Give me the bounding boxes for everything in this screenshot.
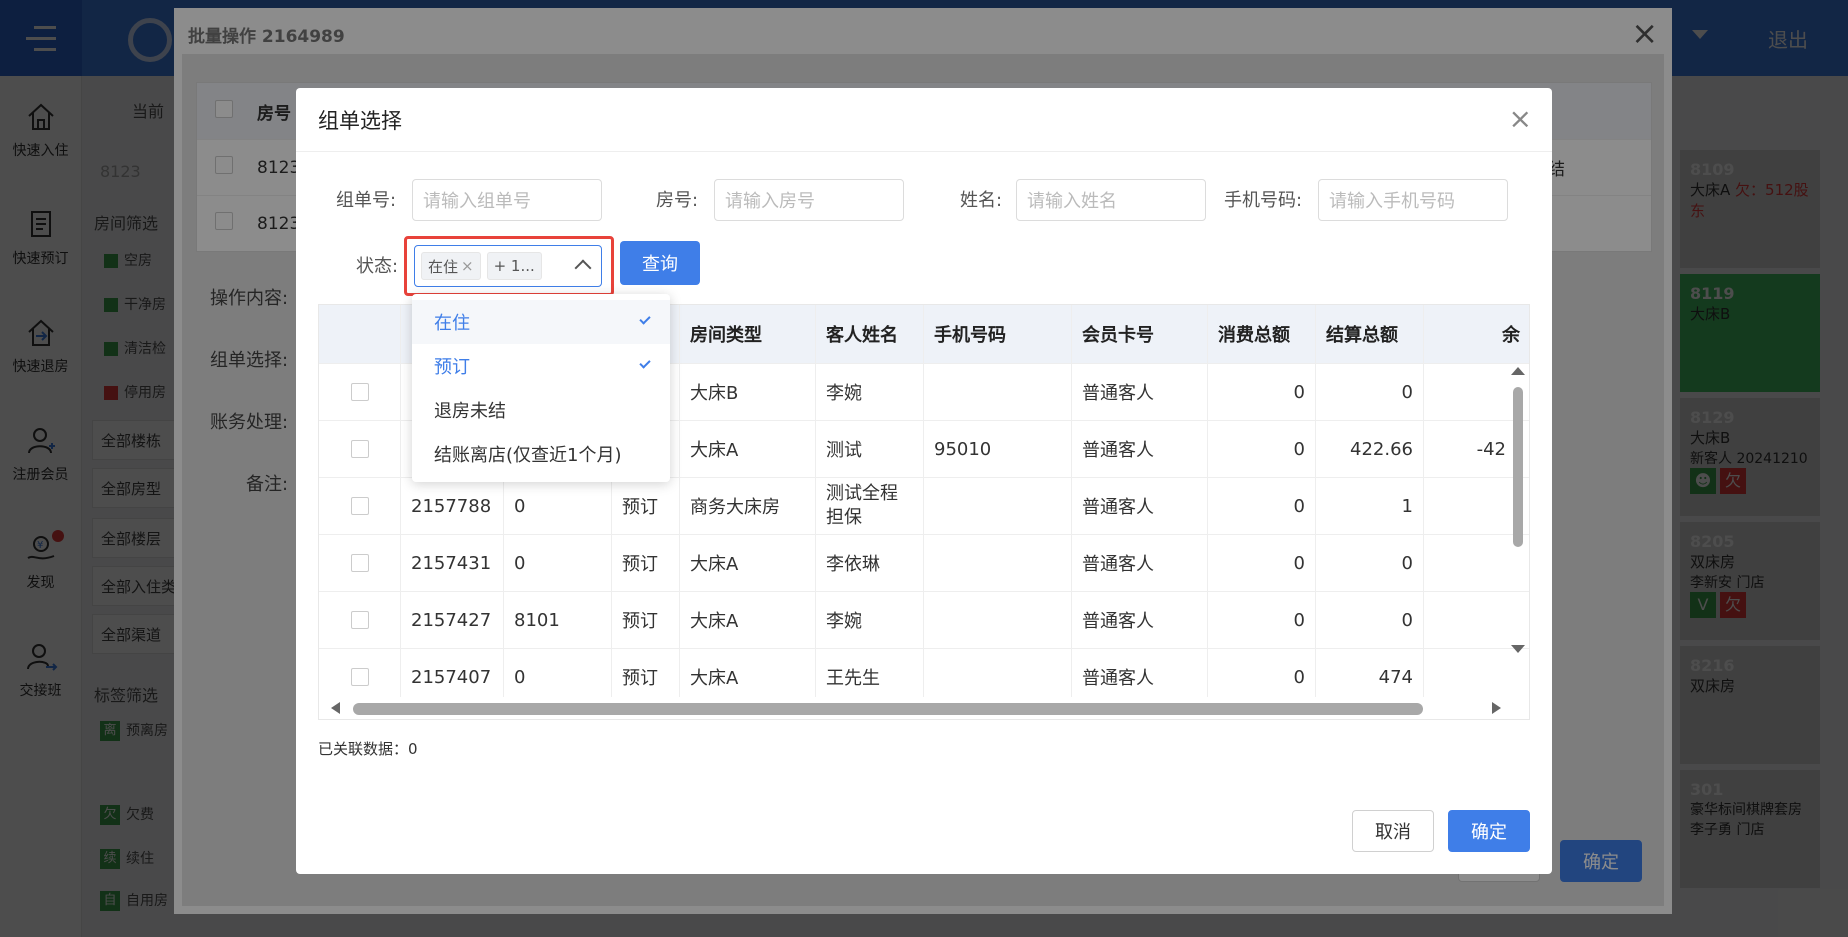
dialog-footer: 取消 确定: [1352, 810, 1530, 852]
column-header: 余: [1424, 305, 1529, 363]
scroll-thumb[interactable]: [353, 703, 1423, 715]
dropdown-option[interactable]: 退房未结: [412, 388, 670, 432]
column-header: 消费总额: [1208, 305, 1316, 363]
scroll-right-icon[interactable]: [1492, 702, 1501, 714]
check-icon: [639, 357, 651, 369]
table-row[interactable]: 2157431 0 预订 大床A 李依琳 普通客人 0 0: [319, 534, 1529, 591]
table-row[interactable]: 2157427 8101 预订 大床A 李婉 普通客人 0 0: [319, 591, 1529, 648]
dropdown-option[interactable]: 在住: [412, 300, 670, 344]
phone-label: 手机号码:: [1224, 190, 1303, 211]
dialog-title: 组单选择: [318, 108, 402, 133]
query-button[interactable]: 查询: [620, 241, 700, 285]
row-checkbox[interactable]: [350, 440, 369, 458]
dropdown-option[interactable]: 结账离店(仅查近1个月): [412, 432, 670, 476]
column-header: 结算总额: [1316, 305, 1424, 363]
column-header: 手机号码: [924, 305, 1072, 363]
table-row[interactable]: 2157788 0 预订 商务大床房 测试全程担保 普通客人 0 1: [319, 477, 1529, 534]
row-checkbox[interactable]: [350, 497, 369, 515]
name-input[interactable]: 请输入姓名: [1016, 179, 1206, 221]
close-icon[interactable]: ×: [1509, 102, 1532, 135]
order-no-label: 组单号:: [336, 190, 397, 211]
phone-input[interactable]: 请输入手机号码: [1318, 179, 1508, 221]
room-no-input[interactable]: 请输入房号: [714, 179, 904, 221]
name-label: 姓名:: [960, 190, 1003, 211]
column-header: 会员卡号: [1072, 305, 1208, 363]
scroll-up-icon[interactable]: [1511, 367, 1525, 375]
column-header: 客人姓名: [816, 305, 924, 363]
status-dropdown: 在住 预订 退房未结 结账离店(仅查近1个月): [412, 294, 670, 482]
row-checkbox[interactable]: [350, 668, 369, 686]
status-label: 状态:: [356, 256, 399, 277]
linked-count: 已关联数据：0: [318, 740, 418, 758]
dialog-header: 组单选择: [296, 88, 1552, 152]
scroll-down-icon[interactable]: [1511, 645, 1525, 653]
scroll-thumb[interactable]: [1513, 387, 1523, 547]
highlight-box: [404, 236, 614, 296]
horizontal-scrollbar[interactable]: [319, 697, 1529, 719]
check-icon: [639, 313, 651, 325]
room-no-label: 房号:: [656, 190, 699, 211]
column-header: 房间类型: [680, 305, 816, 363]
row-checkbox[interactable]: [350, 611, 369, 629]
order-no-input[interactable]: 请输入组单号: [412, 179, 602, 221]
cancel-button[interactable]: 取消: [1352, 810, 1434, 852]
row-checkbox[interactable]: [350, 554, 369, 572]
confirm-button[interactable]: 确定: [1448, 810, 1530, 852]
row-checkbox[interactable]: [350, 383, 369, 401]
scroll-left-icon[interactable]: [331, 702, 340, 714]
vertical-scrollbar[interactable]: [1511, 367, 1525, 653]
dropdown-option[interactable]: 预订: [412, 344, 670, 388]
